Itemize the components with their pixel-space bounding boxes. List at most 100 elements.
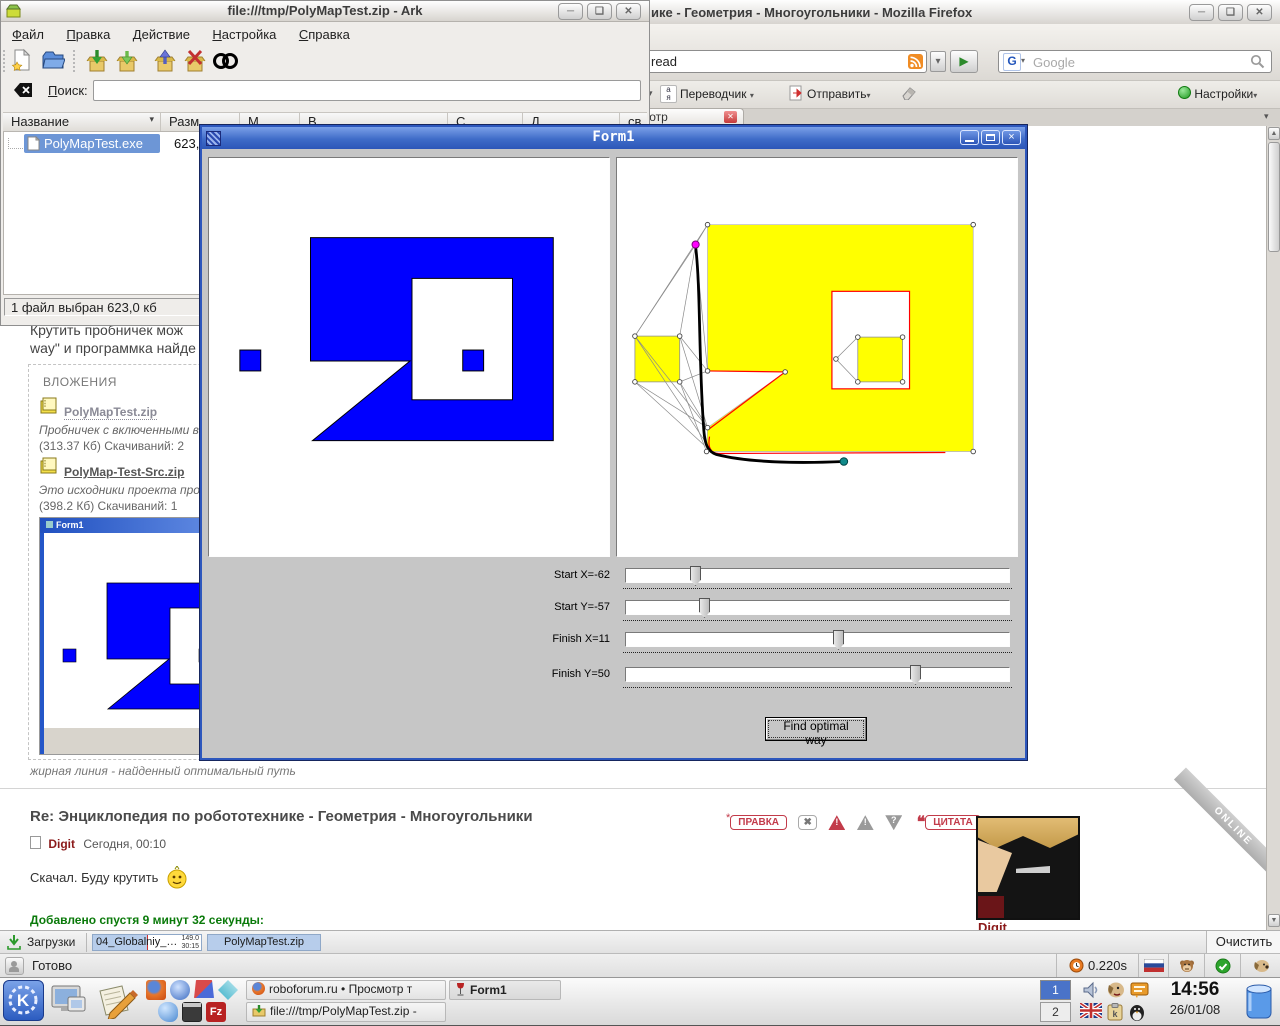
tray-kopete-icon[interactable]: [1130, 981, 1150, 999]
url-bar[interactable]: read: [645, 50, 927, 73]
slider-start-x[interactable]: [625, 568, 1010, 583]
trash-glass-icon[interactable]: [1242, 981, 1276, 1026]
restore-button[interactable]: ❑: [1218, 4, 1243, 21]
urlbar-dropdown-button[interactable]: ▾: [930, 51, 946, 72]
check-status-icon[interactable]: [1204, 954, 1241, 977]
search-input[interactable]: [93, 80, 641, 101]
delete-icon[interactable]: [183, 48, 207, 79]
new-archive-icon[interactable]: [10, 48, 32, 77]
quicklaunch-network-icon[interactable]: [194, 980, 214, 1000]
slider-start-y[interactable]: [625, 600, 1010, 615]
minimize-button[interactable]: [960, 130, 979, 145]
page-scrollbar[interactable]: ▲ ▼: [1266, 126, 1280, 930]
go-button[interactable]: ▶: [950, 50, 978, 73]
delete-post-button[interactable]: ✖: [798, 815, 816, 830]
edit-button[interactable]: ПРАВКА: [730, 815, 787, 830]
clear-search-icon[interactable]: [13, 82, 33, 103]
scroll-down-icon[interactable]: ▼: [1268, 914, 1280, 927]
translator-menu[interactable]: Переводчик ▾: [680, 87, 754, 101]
toolbar-grip[interactable]: [3, 50, 9, 72]
eraser-icon[interactable]: [900, 86, 917, 105]
quote-button[interactable]: ЦИТАТА: [925, 815, 980, 830]
menu-edit[interactable]: Правка: [66, 27, 110, 42]
quicklaunch-firefox-icon[interactable]: [146, 980, 166, 1000]
quicklaunch-konqueror-icon[interactable]: [170, 980, 190, 1000]
quicklaunch-filezilla-icon[interactable]: Fz: [206, 1002, 226, 1022]
slider-thumb[interactable]: [910, 665, 921, 685]
tab-list-icon[interactable]: ▾: [1264, 111, 1269, 122]
extract-icon[interactable]: [153, 48, 177, 79]
tray-amor-dog-icon[interactable]: [1106, 981, 1126, 999]
report-icon[interactable]: !: [828, 815, 845, 830]
pager-desktop-1[interactable]: 1: [1040, 980, 1071, 1000]
settings-menu[interactable]: Настройки▾: [1178, 86, 1257, 101]
scrollbar-thumb[interactable]: [1268, 142, 1280, 252]
download-item-complete[interactable]: PolyMapTest.zip: [207, 934, 321, 951]
system-monitor-icon[interactable]: [50, 983, 88, 1024]
download-item-in-progress[interactable]: 04_Globalniy_… 149.0 30:15: [92, 934, 202, 951]
locale-flag-icon[interactable]: [1138, 954, 1169, 977]
tray-klipper-icon[interactable]: k: [1106, 1003, 1126, 1021]
close-button[interactable]: ×: [1002, 130, 1021, 145]
task-firefox[interactable]: roboforum.ru • Просмотр т: [246, 980, 446, 1000]
attachment-image-form1[interactable]: Form1: [39, 517, 203, 755]
task-form1[interactable]: Form1: [449, 980, 561, 1000]
column-header-name[interactable]: Название▾: [3, 113, 161, 131]
search-engine-dropdown-icon[interactable]: ▾: [1021, 56, 1025, 65]
search-box[interactable]: G ▾ Google: [998, 50, 1272, 73]
send-icon: [789, 85, 804, 106]
menu-help[interactable]: Справка: [299, 27, 350, 42]
dog-icon[interactable]: [1240, 954, 1280, 977]
slider-thumb[interactable]: [833, 630, 844, 650]
menu-action[interactable]: Действие: [133, 27, 190, 42]
attachment-link[interactable]: PolyMapTest.zip: [64, 405, 157, 420]
post-heading: Re: Энциклопедия по робототехнике - Геом…: [30, 808, 533, 825]
slider-thumb[interactable]: [699, 598, 710, 618]
monkey-icon[interactable]: [1168, 954, 1205, 977]
question-icon[interactable]: ?: [885, 815, 902, 830]
downloads-clear-button[interactable]: Очистить: [1206, 931, 1280, 953]
close-button[interactable]: ✕: [1247, 4, 1272, 21]
add-file-icon[interactable]: [85, 48, 109, 79]
settings-orb-icon: [1178, 86, 1191, 99]
kmenu-button[interactable]: K: [3, 980, 44, 1021]
form1-titlebar[interactable]: Form1 ×: [202, 127, 1025, 149]
open-archive-icon[interactable]: [41, 50, 65, 75]
slider-finish-x[interactable]: [625, 632, 1010, 647]
quicklaunch-brush-icon[interactable]: [218, 980, 238, 1000]
pager-desktop-2[interactable]: 2: [1040, 1002, 1071, 1022]
slider-thumb[interactable]: [690, 566, 701, 586]
rss-icon[interactable]: [908, 54, 923, 75]
search-engine-icon[interactable]: G: [1003, 53, 1021, 71]
scroll-up-icon[interactable]: ▲: [1268, 127, 1280, 140]
send-menu[interactable]: Отправить▾: [807, 87, 871, 101]
menu-file[interactable]: Файл: [12, 27, 44, 42]
menu-settings[interactable]: Настройка: [212, 27, 276, 42]
add-folder-icon[interactable]: [115, 48, 139, 79]
quicklaunch-terminal-icon[interactable]: [182, 1002, 202, 1022]
find-optimal-way-button[interactable]: Find optimal way: [765, 717, 867, 741]
maximize-button[interactable]: [981, 130, 1000, 145]
file-icon: [27, 136, 40, 151]
ark-titlebar[interactable]: file:///tmp/PolyMapTest.zip - Ark ─ ❑ ✕: [1, 1, 649, 22]
maximize-button[interactable]: ❑: [587, 3, 612, 20]
taskbar-clock[interactable]: 14:56 26/01/08: [1152, 979, 1238, 1017]
search-placeholder: Google: [1033, 55, 1075, 70]
tray-keyboard-flag-icon[interactable]: [1080, 1003, 1100, 1021]
close-button[interactable]: ✕: [616, 3, 641, 20]
attachment-link[interactable]: PolyMap-Test-Src.zip: [64, 465, 184, 479]
minimize-button[interactable]: ─: [558, 3, 583, 20]
minimize-button[interactable]: ─: [1189, 4, 1214, 21]
view-icon[interactable]: [213, 50, 239, 77]
task-ark[interactable]: file:///tmp/PolyMapTest.zip -: [246, 1002, 446, 1022]
tray-volume-icon[interactable]: [1082, 981, 1102, 999]
tab-close-icon[interactable]: ✕: [724, 111, 737, 123]
notes-pencil-icon[interactable]: [96, 983, 138, 1024]
slider-finish-y[interactable]: [625, 667, 1010, 682]
quicklaunch-bluefish-icon[interactable]: [158, 1002, 178, 1022]
post-author[interactable]: Digit: [48, 837, 75, 851]
post-body-text: Скачал. Буду крутить: [30, 870, 158, 885]
warn-icon[interactable]: !: [857, 815, 874, 830]
tray-tux-icon[interactable]: [1128, 1003, 1148, 1021]
search-magnifier-icon[interactable]: [1250, 54, 1265, 74]
